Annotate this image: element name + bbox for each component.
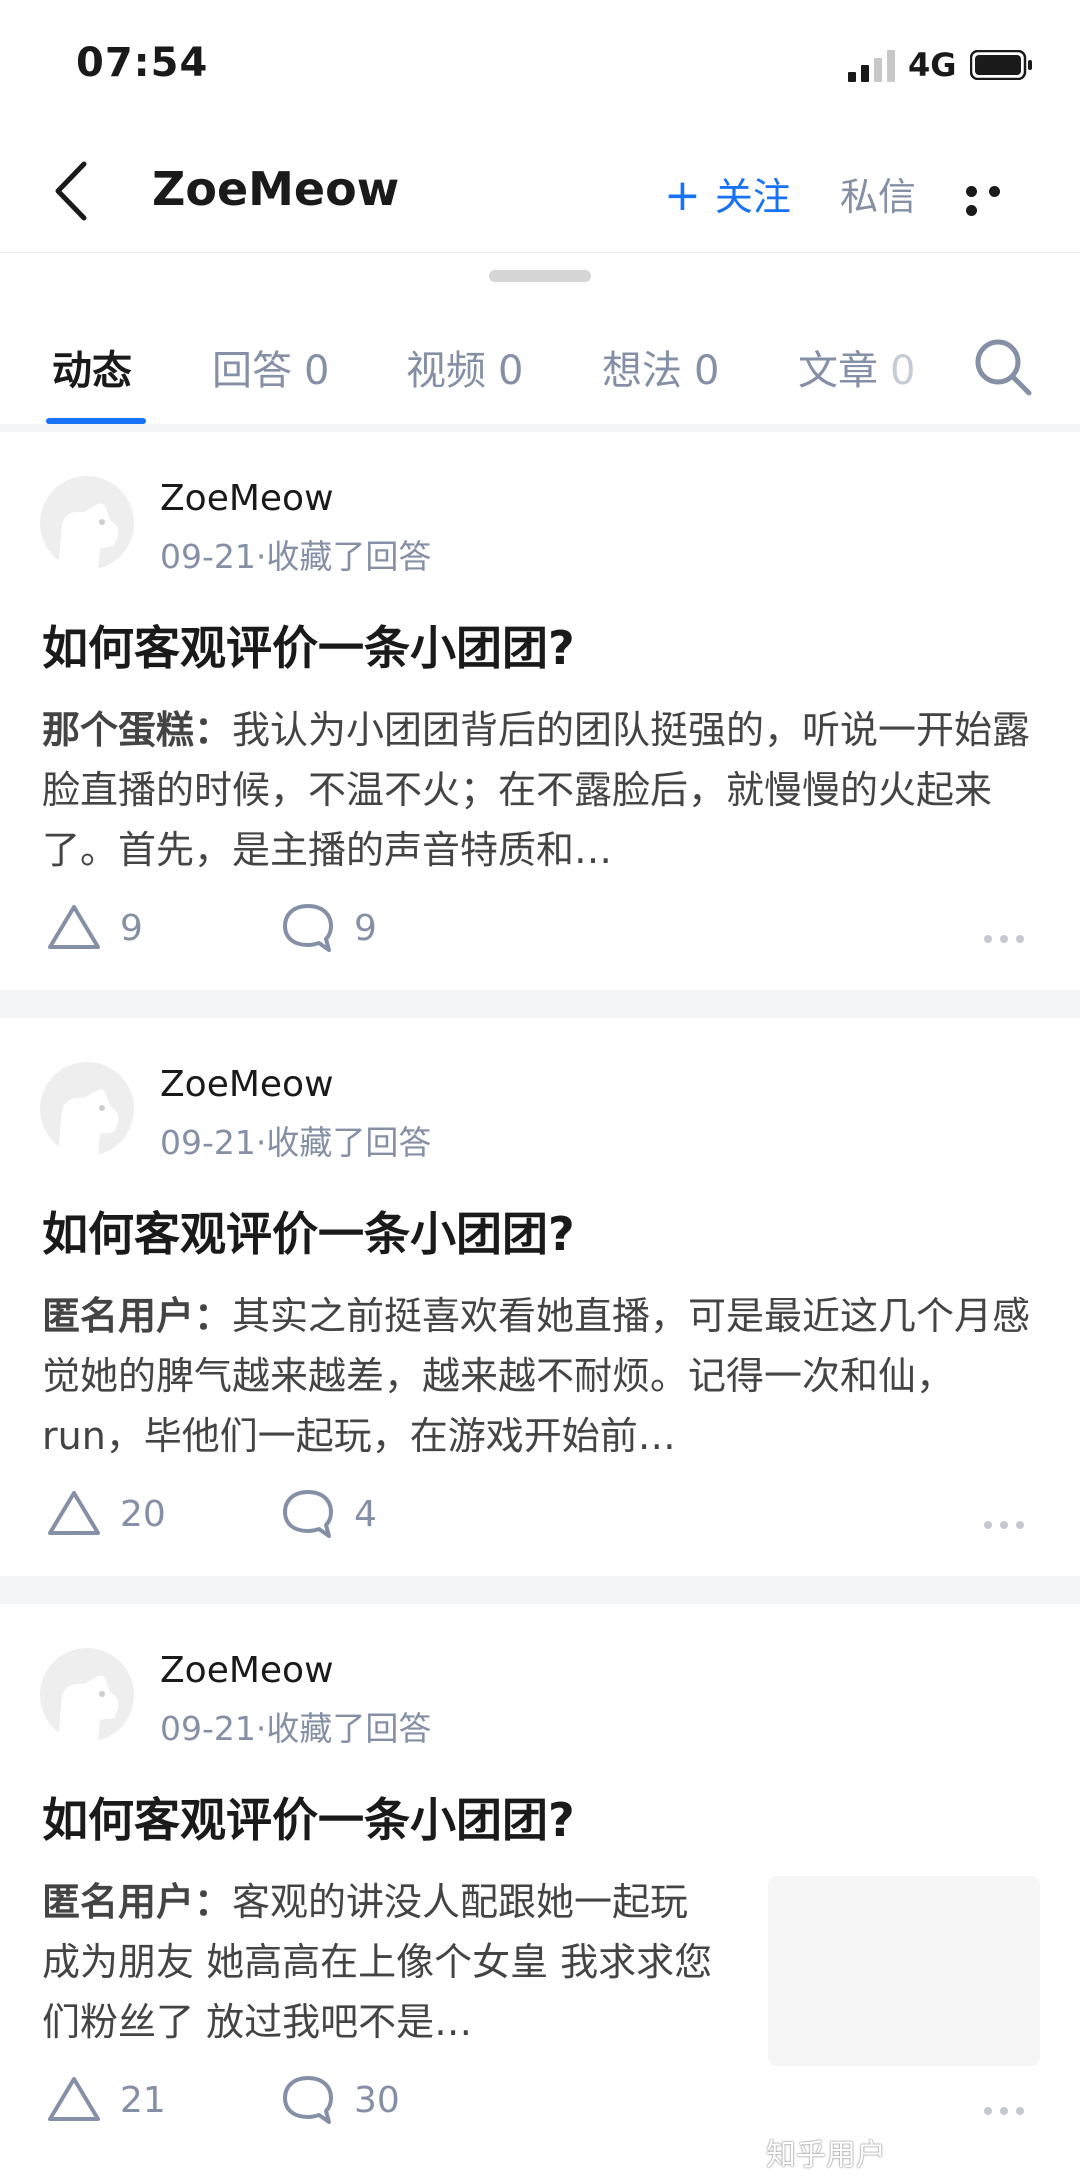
battery-icon bbox=[970, 50, 1032, 80]
tab-articles[interactable]: 文章 0 bbox=[798, 338, 915, 396]
follow-label: 关注 bbox=[714, 175, 791, 219]
answerer-name: 那个蛋糕： bbox=[42, 708, 233, 752]
upvote-icon bbox=[48, 905, 100, 949]
upvote-count: 21 bbox=[120, 2080, 166, 2121]
upvote-icon bbox=[48, 1491, 100, 1535]
back-arrow-icon[interactable] bbox=[48, 156, 98, 226]
plus-icon: + bbox=[664, 170, 701, 221]
activity-meta: 09-21·收藏了回答 bbox=[160, 537, 432, 576]
feed-card[interactable]: ZoeMeow 09-21·收藏了回答 如何客观评价一条小团团? 匿名用户：客观… bbox=[0, 1606, 1080, 2162]
status-bar: 07:54 4G bbox=[0, 0, 1080, 130]
section-divider bbox=[0, 424, 1080, 432]
avatar[interactable] bbox=[40, 1648, 134, 1742]
upvote-icon bbox=[48, 2077, 100, 2121]
profile-tabs: 动态 回答 0 视频 0 想法 0 文章 0 bbox=[0, 320, 1080, 424]
activity-meta: 09-21·收藏了回答 bbox=[160, 1123, 432, 1162]
card-more-icon[interactable] bbox=[984, 2100, 1032, 2115]
question-title[interactable]: 如何客观评价一条小团团? bbox=[42, 1198, 575, 1264]
answerer-name: 匿名用户： bbox=[42, 1294, 233, 1338]
watermark: 知乎用户 bbox=[766, 2138, 886, 2173]
upvote-count: 20 bbox=[120, 1494, 166, 1535]
default-avatar-icon bbox=[58, 1675, 119, 1742]
tab-activity[interactable]: 动态 bbox=[52, 338, 132, 396]
card-divider bbox=[0, 1576, 1080, 1604]
upvote-count: 9 bbox=[120, 908, 143, 949]
follow-button[interactable]: + 关注 bbox=[664, 166, 791, 221]
comment-count: 9 bbox=[354, 908, 377, 949]
tab-videos[interactable]: 视频 0 bbox=[406, 338, 523, 396]
card-divider bbox=[0, 990, 1080, 1018]
status-time: 07:54 bbox=[76, 40, 209, 86]
card-more-icon[interactable] bbox=[984, 928, 1032, 943]
feed-card[interactable]: ZoeMeow 09-21·收藏了回答 如何客观评价一条小团团? 匿名用户：其实… bbox=[0, 1020, 1080, 1576]
feed-card[interactable]: ZoeMeow 09-21·收藏了回答 如何客观评价一条小团团? 那个蛋糕：我认… bbox=[0, 434, 1080, 990]
profile-name: ZoeMeow bbox=[152, 162, 400, 216]
more-options-icon[interactable] bbox=[966, 182, 1032, 216]
answerer-name: 匿名用户： bbox=[42, 1880, 233, 1924]
tab-answers[interactable]: 回答 0 bbox=[212, 338, 329, 396]
author-name[interactable]: ZoeMeow bbox=[160, 1650, 334, 1691]
comment-icon bbox=[283, 2076, 333, 2124]
avatar[interactable] bbox=[40, 476, 134, 570]
search-icon[interactable] bbox=[972, 336, 1034, 398]
author-name[interactable]: ZoeMeow bbox=[160, 1064, 334, 1105]
answer-thumbnail[interactable] bbox=[768, 1876, 1040, 2066]
tab-thoughts[interactable]: 想法 0 bbox=[602, 338, 719, 396]
comment-count: 4 bbox=[354, 1494, 377, 1535]
author-name[interactable]: ZoeMeow bbox=[160, 478, 334, 519]
activity-meta: 09-21·收藏了回答 bbox=[160, 1709, 432, 1748]
drag-handle[interactable] bbox=[489, 270, 591, 282]
avatar[interactable] bbox=[40, 1062, 134, 1156]
answer-excerpt[interactable]: 匿名用户：其实之前挺喜欢看她直播，可是最近这几个月感觉她的脾气越来越差，越来越不… bbox=[42, 1286, 1040, 1466]
message-button[interactable]: 私信 bbox=[840, 166, 916, 221]
comment-icon bbox=[283, 1490, 333, 1538]
comment-icon bbox=[283, 904, 333, 952]
answer-excerpt[interactable]: 那个蛋糕：我认为小团团背后的团队挺强的，听说一开始露脸直播的时候，不温不火；在不… bbox=[42, 700, 1040, 880]
question-title[interactable]: 如何客观评价一条小团团? bbox=[42, 1784, 575, 1850]
profile-header: ZoeMeow + 关注 私信 bbox=[0, 130, 1080, 253]
question-title[interactable]: 如何客观评价一条小团团? bbox=[42, 612, 575, 678]
answer-excerpt[interactable]: 匿名用户：客观的讲没人配跟她一起玩成为朋友 她高高在上像个女皇 我求求您们粉丝了… bbox=[42, 1872, 722, 2052]
card-more-icon[interactable] bbox=[984, 1514, 1032, 1529]
default-avatar-icon bbox=[58, 1089, 119, 1156]
comment-count: 30 bbox=[354, 2080, 400, 2121]
network-type: 4G bbox=[908, 46, 957, 84]
default-avatar-icon bbox=[58, 503, 119, 570]
signal-icon bbox=[848, 50, 895, 82]
